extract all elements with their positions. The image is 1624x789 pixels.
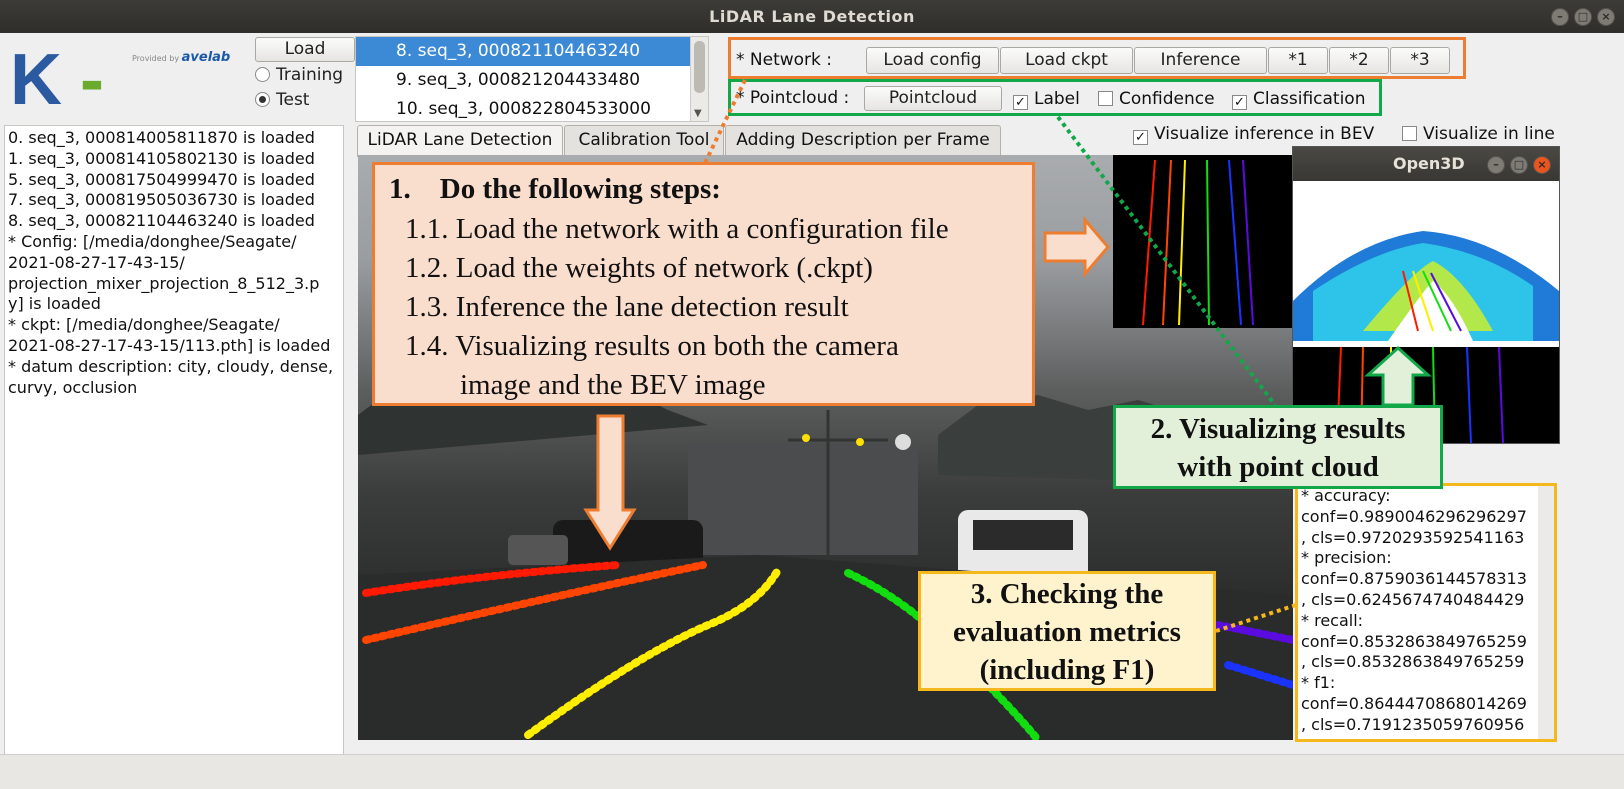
maximize-icon[interactable]: □ xyxy=(1574,8,1592,26)
logo-provided-by: Provided by avelab xyxy=(132,50,231,65)
log-panel: 0. seq_3, 000814005811870 is loaded 1. se… xyxy=(4,125,344,780)
preset-3-button[interactable]: *3 xyxy=(1390,47,1450,74)
buildings xyxy=(688,445,918,555)
open3d-window[interactable]: Open3D – □ × xyxy=(1292,146,1560,444)
load-ckpt-button[interactable]: Load ckpt xyxy=(1000,47,1133,74)
log-line: projection_mixer_projection_8_512_3.p xyxy=(8,273,320,293)
bev-image xyxy=(1113,155,1293,328)
traffic-light-1 xyxy=(802,434,810,442)
step-1-4-cont: image and the BEV image xyxy=(460,369,766,401)
pointcloud-annotation: 2. Visualizing results with point cloud xyxy=(1113,405,1443,489)
log-line: 2021-08-27-17-43-15/ xyxy=(8,252,185,272)
log-line: 1. seq_3, 000814105802130 is loaded xyxy=(8,148,315,168)
checkbox-box[interactable]: ✓ xyxy=(1133,130,1148,145)
log-line: 7. seq_3, 000819505036730 is loaded xyxy=(8,190,315,210)
metric-line: , cls=0.6245674740484429 xyxy=(1301,589,1525,609)
steps-heading: 1. Do the following steps: xyxy=(389,173,721,205)
road-sign xyxy=(895,434,911,450)
white-car-window xyxy=(973,520,1073,550)
log-line: 5. seq_3, 000817504999470 is loaded xyxy=(8,169,315,189)
metrics-panel: * accuracy: conf=0.9890046296296297, cls=… xyxy=(1295,483,1557,742)
title-bar: LiDAR Lane Detection – □ × xyxy=(0,0,1624,33)
metric-line: * f1: xyxy=(1301,673,1336,693)
open3d-minimize-icon[interactable]: – xyxy=(1487,156,1505,174)
far-car xyxy=(508,535,568,565)
scrollbar-thumb[interactable] xyxy=(694,41,705,93)
metric-line: * accuracy: xyxy=(1301,486,1391,505)
list-scrollbar[interactable]: ▼ xyxy=(690,37,708,121)
log-line: curvy, occlusion xyxy=(8,377,138,397)
training-radio[interactable]: Training xyxy=(255,65,343,85)
steps-annotation: 1. Do the following steps: 1.1. Load the… xyxy=(372,162,1035,406)
logo-k: K xyxy=(10,40,62,120)
status-bar xyxy=(0,754,1624,789)
metric-line: conf=0.8759036144578313 xyxy=(1301,569,1527,589)
scroll-down-icon[interactable]: ▼ xyxy=(694,108,702,119)
sequence-item[interactable]: 9. seq_3, 000821204433480 xyxy=(356,66,692,95)
log-line: 2021-08-27-17-43-15/113.pth] is loaded xyxy=(8,335,331,355)
inference-button[interactable]: Inference xyxy=(1134,47,1267,74)
step2-line1: 2. Visualizing results xyxy=(1150,413,1406,445)
step-1-2: 1.2. Load the weights of network (.ckpt) xyxy=(405,252,873,284)
step3-line1: 3. Checking the xyxy=(970,578,1164,610)
metric-line: , cls=0.7191235059760956 xyxy=(1301,714,1525,734)
checkbox-box[interactable]: ✓ xyxy=(1013,95,1028,110)
preset-2-button[interactable]: *2 xyxy=(1329,47,1389,74)
sequence-item[interactable]: 8. seq_3, 000821104463240 xyxy=(356,37,692,66)
minimize-icon[interactable]: – xyxy=(1551,8,1569,26)
traffic-light-2 xyxy=(856,438,864,446)
log-line: y] is loaded xyxy=(8,294,101,314)
step3-line2: evaluation metrics xyxy=(953,616,1181,648)
load-config-button[interactable]: Load config xyxy=(866,47,999,74)
tab-calibration-tool[interactable]: Calibration Tool xyxy=(564,125,724,156)
radio-dot[interactable] xyxy=(255,67,270,82)
confidence-checkbox[interactable]: Confidence xyxy=(1098,89,1215,109)
pointcloud-label: * Pointcloud : xyxy=(736,88,850,108)
metric-line: , cls=0.8532863849765259 xyxy=(1301,652,1525,672)
tab-adding-description[interactable]: Adding Description per Frame xyxy=(725,125,1001,156)
label-checkbox[interactable]: ✓ Label xyxy=(1013,89,1080,110)
open3d-maximize-icon[interactable]: □ xyxy=(1510,156,1528,174)
metric-line: conf=0.9890046296296297 xyxy=(1301,506,1527,526)
log-line: * Config: [/media/donghee/Seagate/ xyxy=(8,231,297,251)
network-label: * Network : xyxy=(736,50,833,70)
step-1-4: 1.4. Visualizing results on both the cam… xyxy=(405,330,899,362)
metric-line: conf=0.8644470868014269 xyxy=(1301,693,1527,713)
radio-dot-selected[interactable] xyxy=(255,92,270,107)
log-line: 8. seq_3, 000821104463240 is loaded xyxy=(8,211,315,231)
log-line: 0. seq_3, 000814005811870 is loaded xyxy=(8,128,315,147)
checkbox-box[interactable]: ✓ xyxy=(1232,95,1247,110)
metric-line: , cls=0.9720293592541163 xyxy=(1301,527,1525,547)
visualize-bev-checkbox[interactable]: ✓ Visualize inference in BEV xyxy=(1133,124,1374,145)
open3d-close-icon[interactable]: × xyxy=(1533,156,1551,174)
sequence-list[interactable]: 10. seq_3, 000822804533000 9. seq_3, 0008… xyxy=(355,36,709,122)
k-lane-logo: K -Lane Provided by avelab xyxy=(10,40,250,188)
step3-line3: (including F1) xyxy=(979,654,1155,686)
classification-checkbox[interactable]: ✓ Classification xyxy=(1232,89,1365,110)
step2-line2: with point cloud xyxy=(1177,451,1379,483)
checkbox-box[interactable] xyxy=(1098,91,1113,106)
close-icon[interactable]: × xyxy=(1597,8,1615,26)
load-button[interactable]: Load xyxy=(255,37,355,62)
metric-line: conf=0.8532863849765259 xyxy=(1301,631,1527,651)
preset-1-button[interactable]: *1 xyxy=(1268,47,1328,74)
test-radio[interactable]: Test xyxy=(255,90,309,110)
metrics-scrollbar[interactable] xyxy=(1538,486,1554,739)
checkbox-box[interactable] xyxy=(1402,126,1417,141)
pointcloud-button[interactable]: Pointcloud xyxy=(864,86,1002,111)
sequence-item[interactable]: 10. seq_3, 000822804533000 xyxy=(356,95,692,121)
metric-line: * recall: xyxy=(1301,610,1364,630)
tab-lidar-lane-detection[interactable]: LiDAR Lane Detection xyxy=(357,125,563,157)
step-1-3: 1.3. Inference the lane detection result xyxy=(405,291,849,323)
window-title: LiDAR Lane Detection xyxy=(709,7,915,26)
metric-line: * precision: xyxy=(1301,548,1392,568)
log-line: * datum description: city, cloudy, dense… xyxy=(8,356,334,376)
point-cloud-view[interactable] xyxy=(1293,181,1559,347)
visualize-line-checkbox[interactable]: Visualize in line xyxy=(1402,124,1555,144)
log-line: * ckpt: [/media/donghee/Seagate/ xyxy=(8,315,280,335)
step-1-1: 1.1. Load the network with a configurati… xyxy=(405,213,949,245)
metrics-annotation: 3. Checking the evaluation metrics (incl… xyxy=(918,571,1216,691)
